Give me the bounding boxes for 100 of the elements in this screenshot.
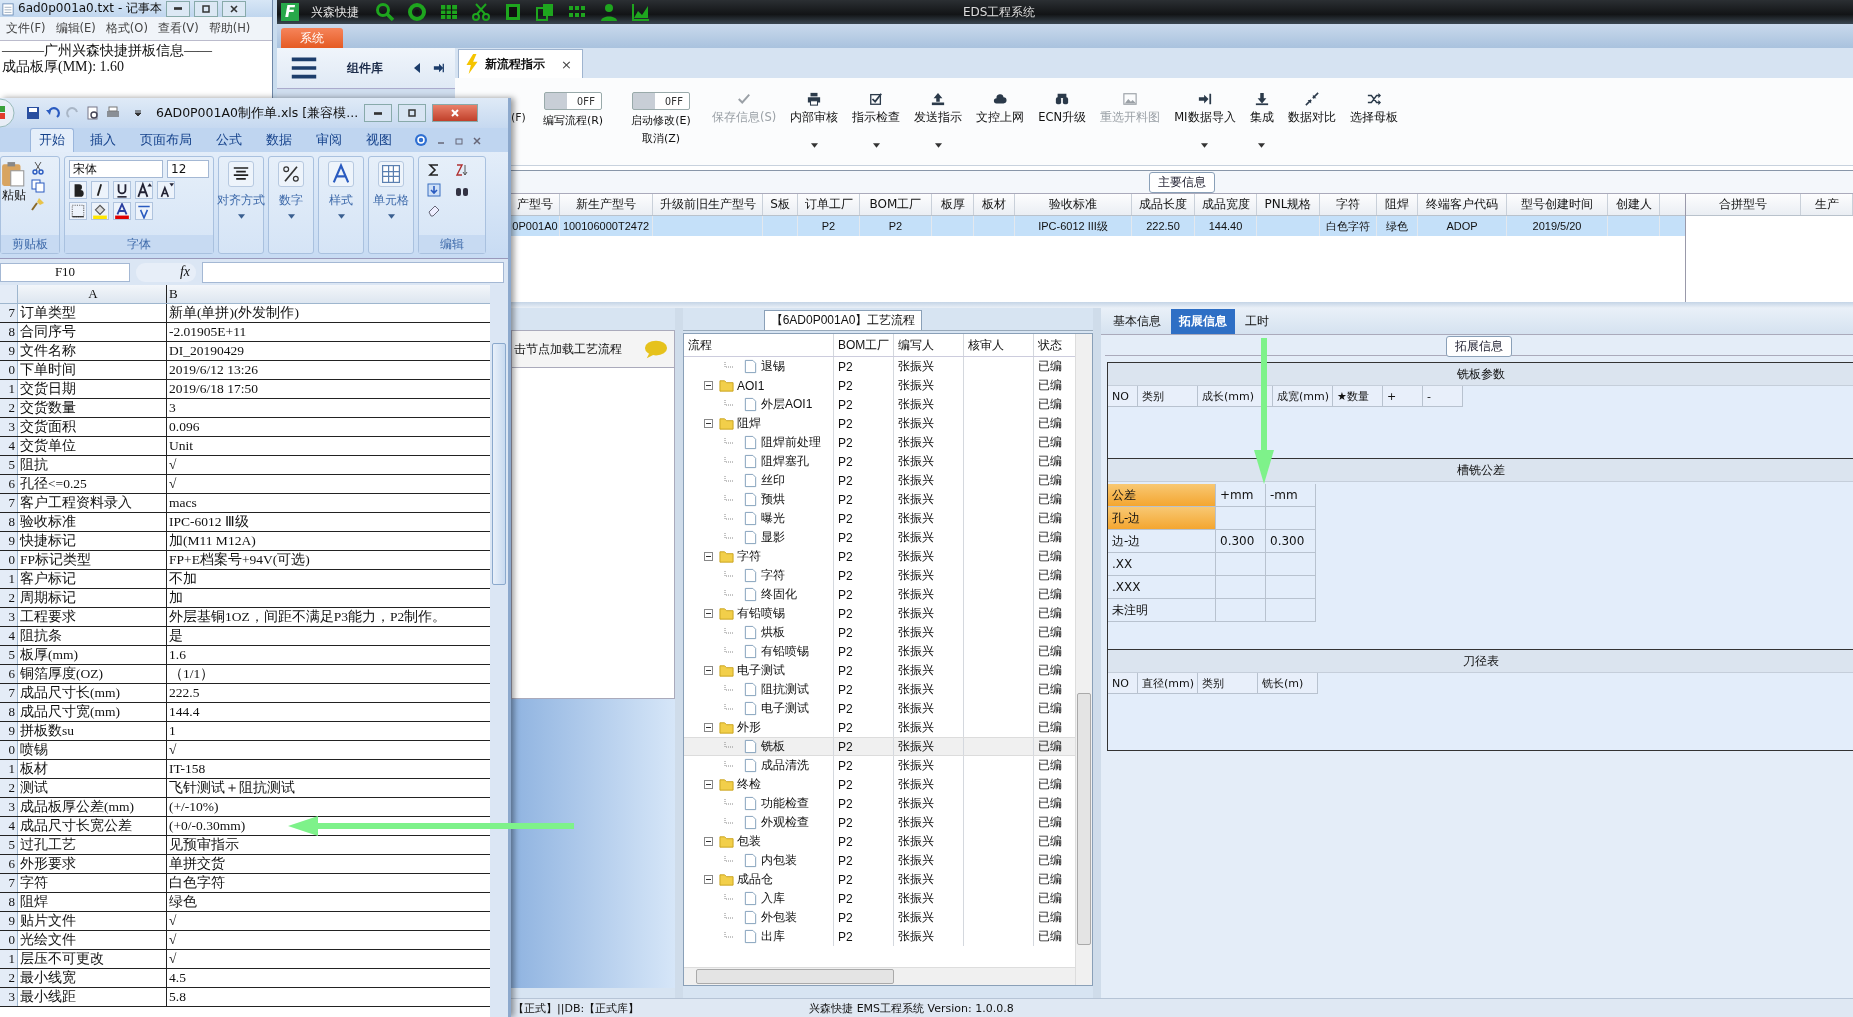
column-header[interactable]: B bbox=[167, 285, 180, 303]
sheet-cell[interactable]: √ bbox=[167, 912, 179, 930]
collapse-icon[interactable] bbox=[704, 780, 713, 789]
row-number[interactable]: 4 bbox=[0, 627, 18, 645]
column-header[interactable]: 成长(mm) bbox=[1198, 386, 1273, 407]
row-number[interactable]: 6 bbox=[0, 475, 18, 493]
sheet-cell[interactable]: -2.01905E+11 bbox=[167, 323, 249, 341]
column-header[interactable]: 订单工厂 bbox=[798, 194, 860, 215]
font-dropdown[interactable]: 宋体 bbox=[69, 160, 163, 178]
menu-item[interactable]: 文件(F) bbox=[6, 19, 46, 38]
close-button[interactable]: × bbox=[561, 56, 572, 72]
ribbon-tab[interactable]: 插入 bbox=[82, 129, 124, 152]
tree-row[interactable]: 有铅喷锡 P2 张振兴 已编 bbox=[684, 642, 1075, 661]
sheet-cell[interactable]: 不加 bbox=[167, 570, 199, 588]
sort-icon[interactable] bbox=[455, 163, 469, 177]
sheet-cell[interactable]: 成品尺寸长(mm) bbox=[18, 684, 167, 702]
tree-row[interactable]: 字符 P2 张振兴 已编 bbox=[684, 547, 1075, 566]
row-number[interactable]: 0 bbox=[0, 741, 18, 759]
sheet-cell[interactable]: 光绘文件 bbox=[18, 931, 167, 949]
sheet-cell[interactable]: Unit bbox=[167, 437, 195, 455]
toolbar-button[interactable]: 集成 bbox=[1242, 92, 1281, 148]
row-number[interactable]: 3 bbox=[0, 988, 18, 1006]
sheet-cell[interactable]: 周期标记 bbox=[18, 589, 167, 607]
column-header[interactable]: 直径(mm) bbox=[1138, 673, 1198, 694]
sheet-cell[interactable]: 新单(单拼)(外发制作) bbox=[167, 304, 301, 322]
scissors-icon[interactable] bbox=[31, 161, 45, 175]
sheet-cell[interactable]: 白色字符 bbox=[167, 874, 227, 892]
grow-font-icon[interactable] bbox=[135, 181, 153, 199]
toolbar-button[interactable]: 内部审核 bbox=[783, 92, 846, 148]
sheet-cell[interactable]: macs bbox=[167, 494, 199, 512]
column-header[interactable]: 编写人 bbox=[894, 334, 964, 356]
sheet-cell[interactable]: FP+E档案号+94V(可选) bbox=[167, 551, 312, 569]
ribbon-tab[interactable]: 开始 bbox=[30, 128, 74, 152]
tree-row[interactable]: 阻焊塞孔 P2 张振兴 已编 bbox=[684, 452, 1075, 471]
tree-row[interactable]: 铣板 P2 张振兴 已编 bbox=[684, 737, 1075, 756]
row-number[interactable]: 0 bbox=[0, 931, 18, 949]
tree-row[interactable]: 外包装 P2 张振兴 已编 bbox=[684, 908, 1075, 927]
sheet-cell[interactable]: 最小线宽 bbox=[18, 969, 167, 987]
tree-row[interactable]: 终固化 P2 张振兴 已编 bbox=[684, 585, 1075, 604]
column-header[interactable]: 验收标准 bbox=[1015, 194, 1132, 215]
sheet-cell[interactable]: 最小线距 bbox=[18, 988, 167, 1006]
toolbar-button[interactable]: ECN升级 bbox=[1031, 92, 1094, 125]
toolbar-button[interactable]: 文控上网 bbox=[969, 92, 1032, 125]
film-icon[interactable] bbox=[503, 2, 523, 22]
minimize-button[interactable] bbox=[166, 0, 191, 17]
sheet-cell[interactable]: 客户标记 bbox=[18, 570, 167, 588]
tree-row[interactable]: 预烘 P2 张振兴 已编 bbox=[684, 490, 1075, 509]
menu-item[interactable]: 编辑(E) bbox=[55, 19, 96, 38]
collapse-icon[interactable] bbox=[704, 837, 713, 846]
column-header[interactable]: 类别 bbox=[1138, 386, 1198, 407]
search-icon[interactable] bbox=[375, 2, 395, 22]
column-header[interactable]: 型号创建时间 bbox=[1507, 194, 1608, 215]
sheet-cell[interactable]: 交货面积 bbox=[18, 418, 167, 436]
sheet-cell[interactable]: 成品板厚公差(mm) bbox=[18, 798, 167, 816]
column-header[interactable]: S板 bbox=[763, 194, 798, 215]
sheet-cell[interactable]: √ bbox=[167, 741, 179, 759]
sheet-cell[interactable]: 过孔工艺 bbox=[18, 836, 167, 854]
sheet-cell[interactable]: √ bbox=[167, 950, 179, 968]
column-header[interactable]: A bbox=[18, 285, 167, 303]
row-number[interactable]: 9 bbox=[0, 912, 18, 930]
close-button[interactable] bbox=[432, 104, 479, 122]
sheet-cell[interactable]: 成品尺寸长宽公差 bbox=[18, 817, 167, 835]
save-icon[interactable] bbox=[26, 106, 40, 120]
row-number[interactable]: 7 bbox=[0, 684, 18, 702]
sheet-cell[interactable]: 文件名称 bbox=[18, 342, 167, 360]
minimize-button[interactable] bbox=[364, 104, 393, 122]
column-header[interactable]: BOM工厂 bbox=[834, 334, 894, 356]
column-header[interactable]: 新生产型号 bbox=[560, 194, 653, 215]
vertical-scrollbar[interactable] bbox=[1075, 334, 1092, 985]
printer-icon[interactable] bbox=[106, 106, 120, 120]
column-header[interactable]: 核审人 bbox=[964, 334, 1034, 356]
tree-row[interactable]: 电子测试 P2 张振兴 已编 bbox=[684, 699, 1075, 718]
document-tab[interactable]: 新流程指示 × bbox=[458, 49, 583, 78]
column-header[interactable]: 创建人 bbox=[1608, 194, 1660, 215]
sheet-cell[interactable]: 外层基铜1OZ，间距不满足P3能力，P2制作。 bbox=[167, 608, 449, 626]
collapse-icon[interactable] bbox=[704, 609, 713, 618]
ribbon-button[interactable]: 样式 bbox=[318, 156, 364, 254]
menu-item[interactable]: 帮助(H) bbox=[208, 19, 251, 38]
toolbar-button[interactable]: MI数据导入 bbox=[1167, 92, 1243, 148]
sheet-cell[interactable]: 孔径<=0.25 bbox=[18, 475, 167, 493]
sheet-cell[interactable]: 3 bbox=[167, 399, 178, 417]
row-number[interactable]: 9 bbox=[0, 342, 18, 360]
toolbar-button[interactable]: 选择母板 bbox=[1342, 92, 1405, 125]
tree-row[interactable]: 字符 P2 张振兴 已编 bbox=[684, 566, 1075, 585]
sheet-cell[interactable]: 拼板数su bbox=[18, 722, 167, 740]
close-button[interactable] bbox=[222, 0, 247, 17]
sheet-cell[interactable]: 是 bbox=[167, 627, 185, 645]
sheet-cell[interactable]: 见预审指示 bbox=[167, 836, 241, 854]
sheet-cell[interactable]: 工程要求 bbox=[18, 608, 167, 626]
table-row[interactable]: 0P001A0 100106000T2472 P2 P2 IPC-6012 III级 222.50 144.40 白色字符 绿色 ADOP 2019/5/20 bbox=[511, 216, 1685, 236]
toolbar-button[interactable]: 指示检查 bbox=[845, 92, 908, 148]
sheet-cell[interactable]: 快捷标记 bbox=[18, 532, 167, 550]
row-header[interactable]: 孔-边 bbox=[1108, 507, 1216, 530]
row-number[interactable]: 8 bbox=[0, 323, 18, 341]
toolbar-button[interactable]: 发送指示 bbox=[907, 92, 970, 148]
sum-icon[interactable] bbox=[427, 163, 441, 177]
sheet-cell[interactable]: 喷锡 bbox=[18, 741, 167, 759]
column-header[interactable]: 阻焊 bbox=[1377, 194, 1418, 215]
row-header[interactable]: 边-边 bbox=[1108, 530, 1216, 553]
tree-row[interactable]: 成品清洗 P2 张振兴 已编 bbox=[684, 756, 1075, 775]
